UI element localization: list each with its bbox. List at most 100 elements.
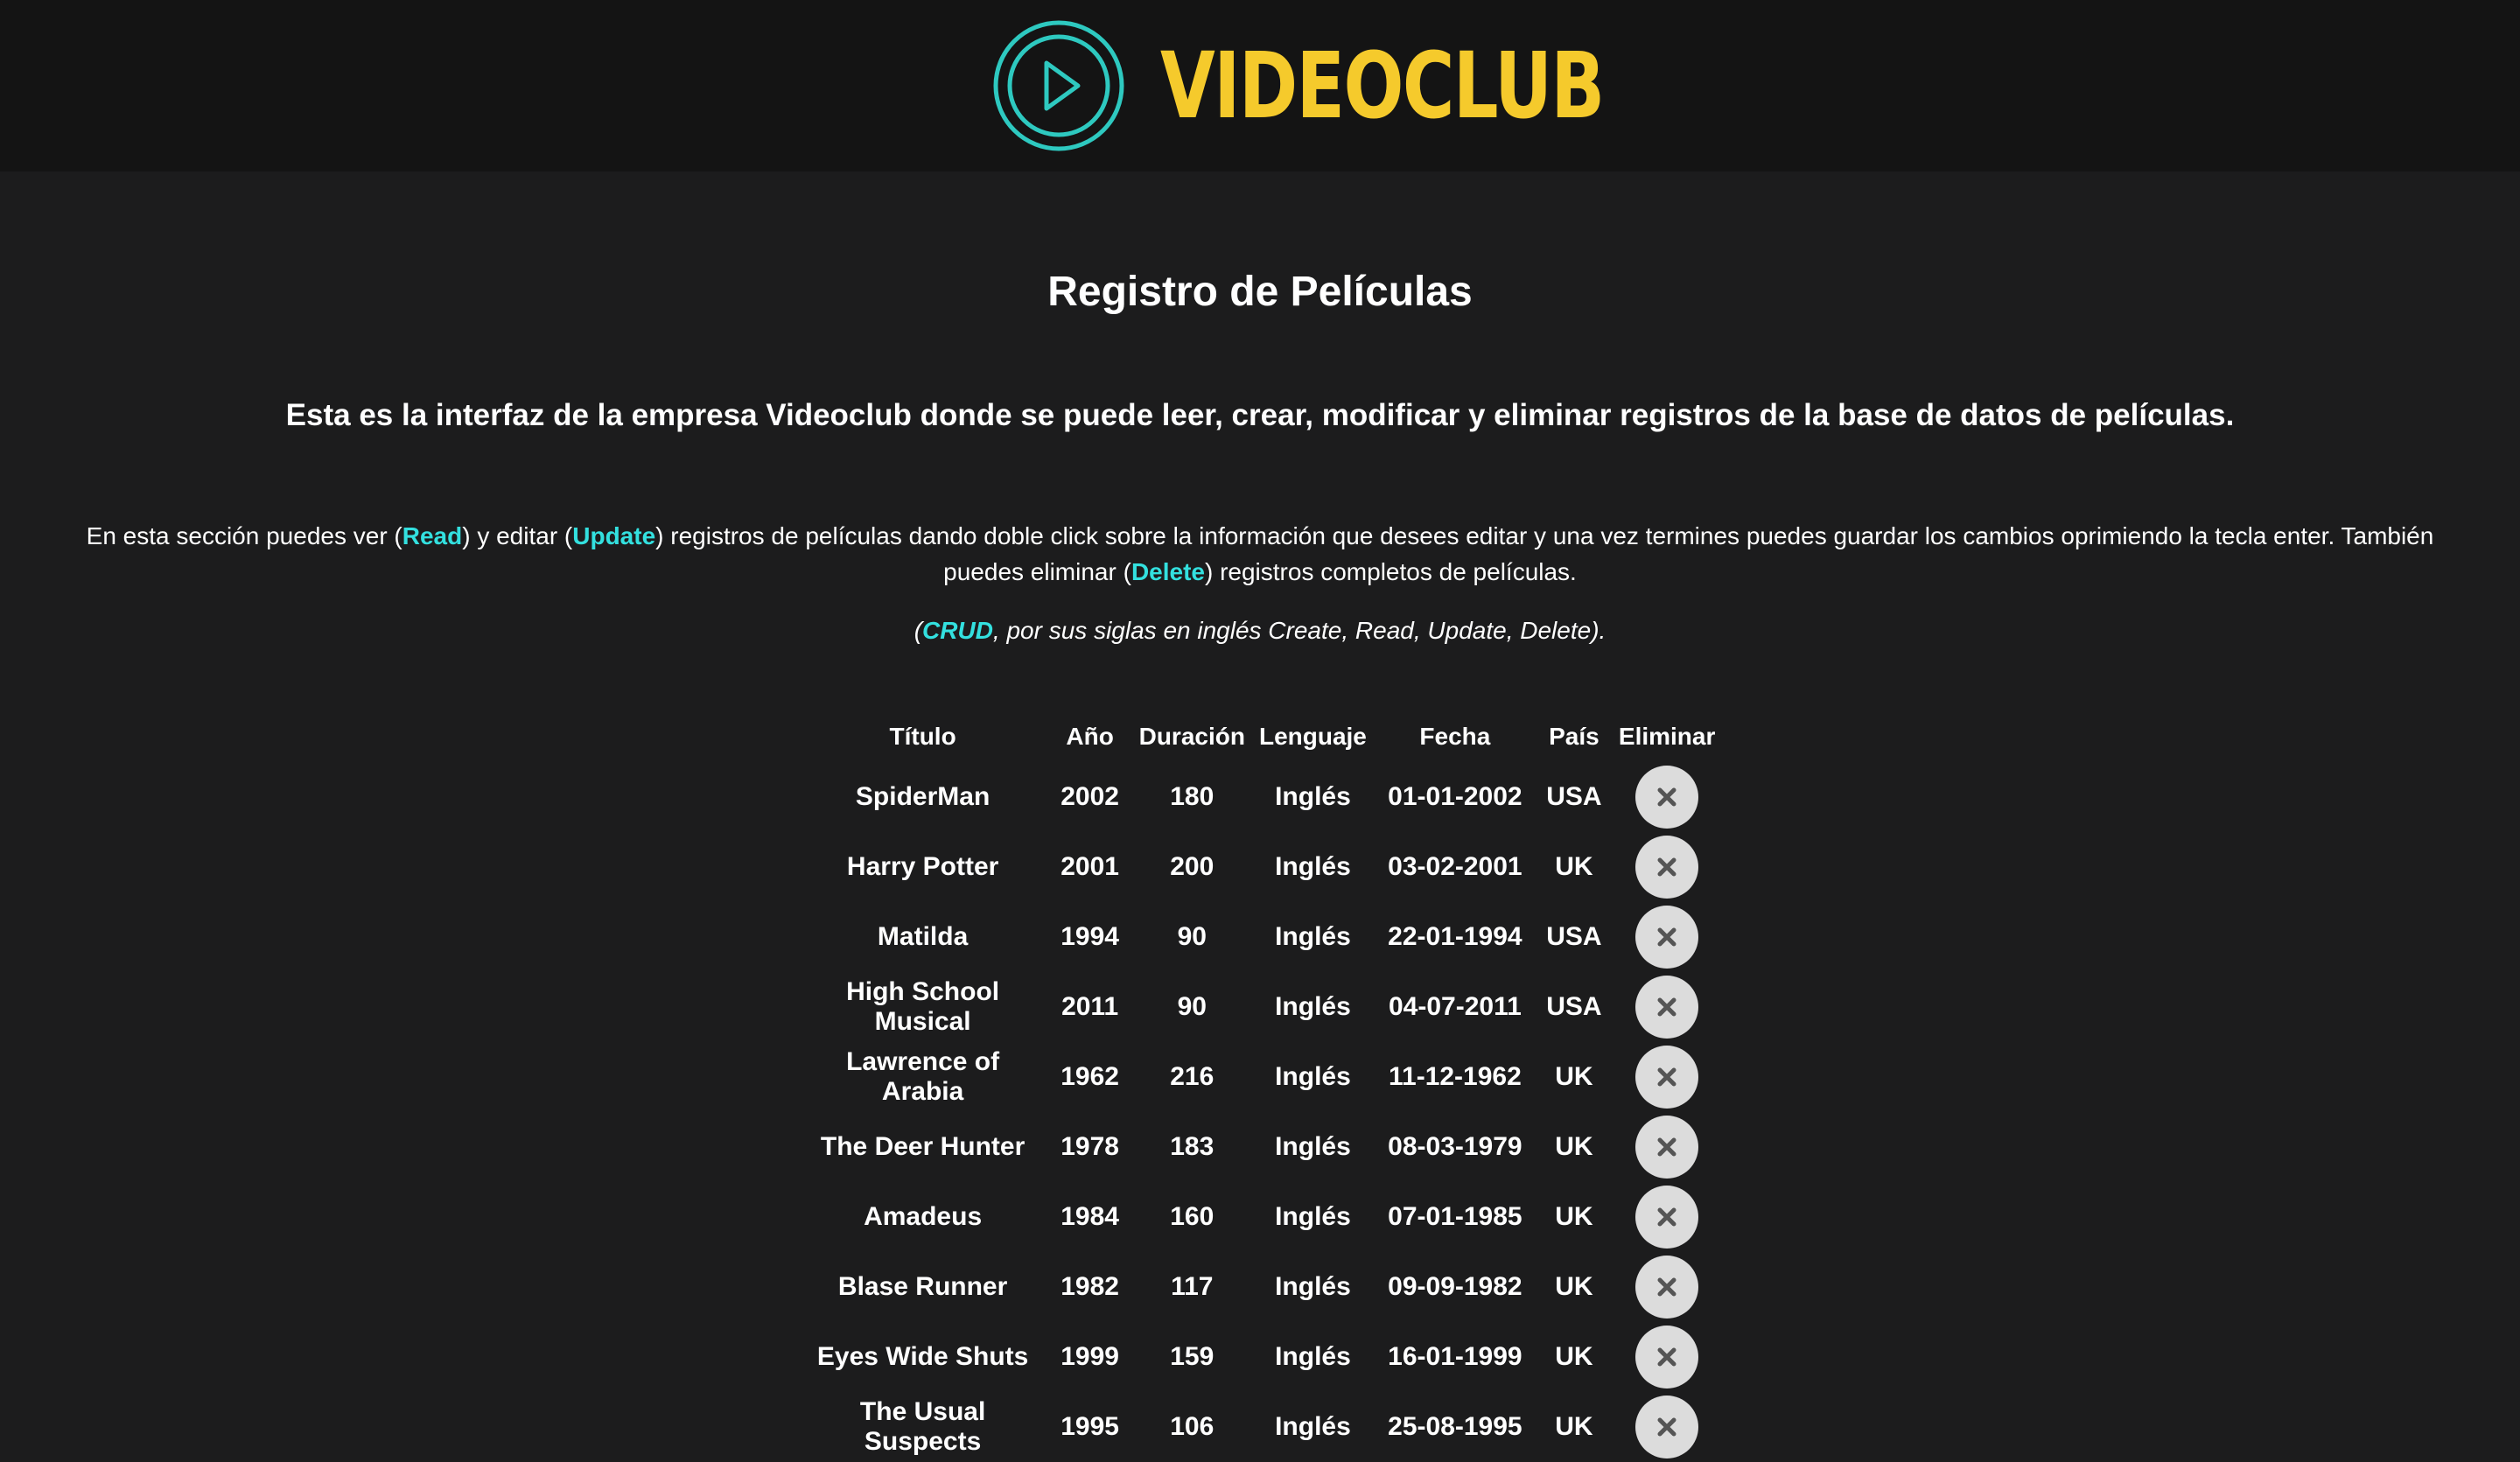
cell-duration[interactable]: 117: [1132, 1252, 1252, 1322]
cell-duration[interactable]: 200: [1132, 832, 1252, 902]
table-row: Eyes Wide Shuts 1999 159 Inglés 16-01-1999 UK: [798, 1322, 1723, 1392]
table-row: Blase Runner 1982 117 Inglés 09-09-1982 UK: [798, 1252, 1723, 1322]
cell-delete: [1612, 972, 1722, 1042]
close-icon: [1657, 927, 1676, 947]
cell-delete: [1612, 1042, 1722, 1112]
cell-date[interactable]: 11-12-1962: [1374, 1042, 1536, 1112]
cell-date[interactable]: 08-03-1979: [1374, 1112, 1536, 1182]
cell-title[interactable]: Matilda: [798, 902, 1048, 972]
table-row: The Usual Suspects 1995 106 Inglés 25-08-199…: [798, 1392, 1723, 1462]
brand-logo[interactable]: VIDEOCLUB: [992, 19, 1605, 152]
delete-button[interactable]: [1635, 1046, 1699, 1109]
cell-title[interactable]: SpiderMan: [798, 762, 1048, 832]
cell-duration[interactable]: 106: [1132, 1392, 1252, 1462]
delete-button[interactable]: [1635, 906, 1699, 969]
instructions-text: En esta sección puedes ver (Read) y edit…: [79, 518, 2441, 590]
cell-duration[interactable]: 183: [1132, 1112, 1252, 1182]
cell-duration[interactable]: 216: [1132, 1042, 1252, 1112]
cell-year[interactable]: 2001: [1048, 832, 1132, 902]
cell-date[interactable]: 03-02-2001: [1374, 832, 1536, 902]
cell-country[interactable]: UK: [1536, 1042, 1612, 1112]
cell-country[interactable]: UK: [1536, 1182, 1612, 1252]
close-icon: [1657, 997, 1676, 1017]
cell-date[interactable]: 22-01-1994: [1374, 902, 1536, 972]
cell-year[interactable]: 1978: [1048, 1112, 1132, 1182]
cell-title[interactable]: Eyes Wide Shuts: [798, 1322, 1048, 1392]
cell-language[interactable]: Inglés: [1252, 1182, 1374, 1252]
cell-date[interactable]: 01-01-2002: [1374, 762, 1536, 832]
cell-title[interactable]: High School Musical: [798, 972, 1048, 1042]
cell-year[interactable]: 1984: [1048, 1182, 1132, 1252]
cell-year[interactable]: 1962: [1048, 1042, 1132, 1112]
cell-title[interactable]: The Usual Suspects: [798, 1392, 1048, 1462]
delete-button[interactable]: [1635, 1326, 1699, 1389]
cell-title[interactable]: The Deer Hunter: [798, 1112, 1048, 1182]
cell-title[interactable]: Blase Runner: [798, 1252, 1048, 1322]
cell-delete: [1612, 1112, 1722, 1182]
crud-note-open: (: [914, 617, 923, 644]
close-icon: [1657, 1067, 1676, 1087]
cell-country[interactable]: USA: [1536, 972, 1612, 1042]
table-row: SpiderMan 2002 180 Inglés 01-01-2002 USA: [798, 762, 1723, 832]
cell-date[interactable]: 09-09-1982: [1374, 1252, 1536, 1322]
cell-language[interactable]: Inglés: [1252, 832, 1374, 902]
play-circle-icon: [993, 20, 1124, 151]
delete-button[interactable]: [1635, 1116, 1699, 1179]
cell-year[interactable]: 1999: [1048, 1322, 1132, 1392]
cell-language[interactable]: Inglés: [1252, 1042, 1374, 1112]
cell-duration[interactable]: 90: [1132, 972, 1252, 1042]
column-header-country: País: [1549, 723, 1600, 750]
cell-year[interactable]: 2002: [1048, 762, 1132, 832]
cell-country[interactable]: UK: [1536, 1112, 1612, 1182]
cell-country[interactable]: USA: [1536, 902, 1612, 972]
cell-year[interactable]: 1994: [1048, 902, 1132, 972]
close-icon: [1657, 1207, 1676, 1227]
cell-year[interactable]: 1995: [1048, 1392, 1132, 1462]
cell-title[interactable]: Harry Potter: [798, 832, 1048, 902]
delete-button[interactable]: [1635, 766, 1699, 829]
cell-date[interactable]: 16-01-1999: [1374, 1322, 1536, 1392]
column-header-year: Año: [1066, 723, 1114, 750]
delete-button[interactable]: [1635, 976, 1699, 1039]
cell-duration[interactable]: 160: [1132, 1182, 1252, 1252]
table-row: Matilda 1994 90 Inglés 22-01-1994 USA: [798, 902, 1723, 972]
delete-button[interactable]: [1635, 1256, 1699, 1319]
cell-language[interactable]: Inglés: [1252, 1252, 1374, 1322]
cell-language[interactable]: Inglés: [1252, 1392, 1374, 1462]
crud-note-rest: , por sus siglas en inglés Create, Read,…: [992, 617, 1606, 644]
update-highlight: Update: [572, 522, 656, 549]
cell-language[interactable]: Inglés: [1252, 972, 1374, 1042]
delete-button[interactable]: [1635, 836, 1699, 899]
cell-delete: [1612, 1392, 1722, 1462]
cell-country[interactable]: UK: [1536, 1252, 1612, 1322]
cell-language[interactable]: Inglés: [1252, 1112, 1374, 1182]
column-header-duration: Duración: [1138, 723, 1245, 750]
cell-date[interactable]: 04-07-2011: [1374, 972, 1536, 1042]
table-row: Harry Potter 2001 200 Inglés 03-02-2001 UK: [798, 832, 1723, 902]
cell-delete: [1612, 1322, 1722, 1392]
cell-date[interactable]: 25-08-1995: [1374, 1392, 1536, 1462]
cell-language[interactable]: Inglés: [1252, 762, 1374, 832]
table-row: Lawrence of Arabia 1962 216 Inglés 11-12-196…: [798, 1042, 1723, 1112]
main-content: Registro de Películas Esta es la interfa…: [0, 171, 2520, 1462]
site-header: VIDEOCLUB: [0, 0, 2520, 171]
cell-title[interactable]: Lawrence of Arabia: [798, 1042, 1048, 1112]
cell-country[interactable]: USA: [1536, 762, 1612, 832]
close-icon: [1657, 857, 1676, 877]
cell-year[interactable]: 2011: [1048, 972, 1132, 1042]
cell-country[interactable]: UK: [1536, 832, 1612, 902]
cell-country[interactable]: UK: [1536, 1322, 1612, 1392]
cell-duration[interactable]: 159: [1132, 1322, 1252, 1392]
delete-button[interactable]: [1635, 1396, 1699, 1459]
cell-country[interactable]: UK: [1536, 1392, 1612, 1462]
cell-year[interactable]: 1982: [1048, 1252, 1132, 1322]
cell-language[interactable]: Inglés: [1252, 1322, 1374, 1392]
column-header-language: Lenguaje: [1258, 723, 1367, 750]
delete-highlight: Delete: [1130, 558, 1205, 585]
cell-title[interactable]: Amadeus: [798, 1182, 1048, 1252]
cell-duration[interactable]: 90: [1132, 902, 1252, 972]
cell-duration[interactable]: 180: [1132, 762, 1252, 832]
cell-date[interactable]: 07-01-1985: [1374, 1182, 1536, 1252]
delete-button[interactable]: [1635, 1186, 1699, 1249]
cell-language[interactable]: Inglés: [1252, 902, 1374, 972]
